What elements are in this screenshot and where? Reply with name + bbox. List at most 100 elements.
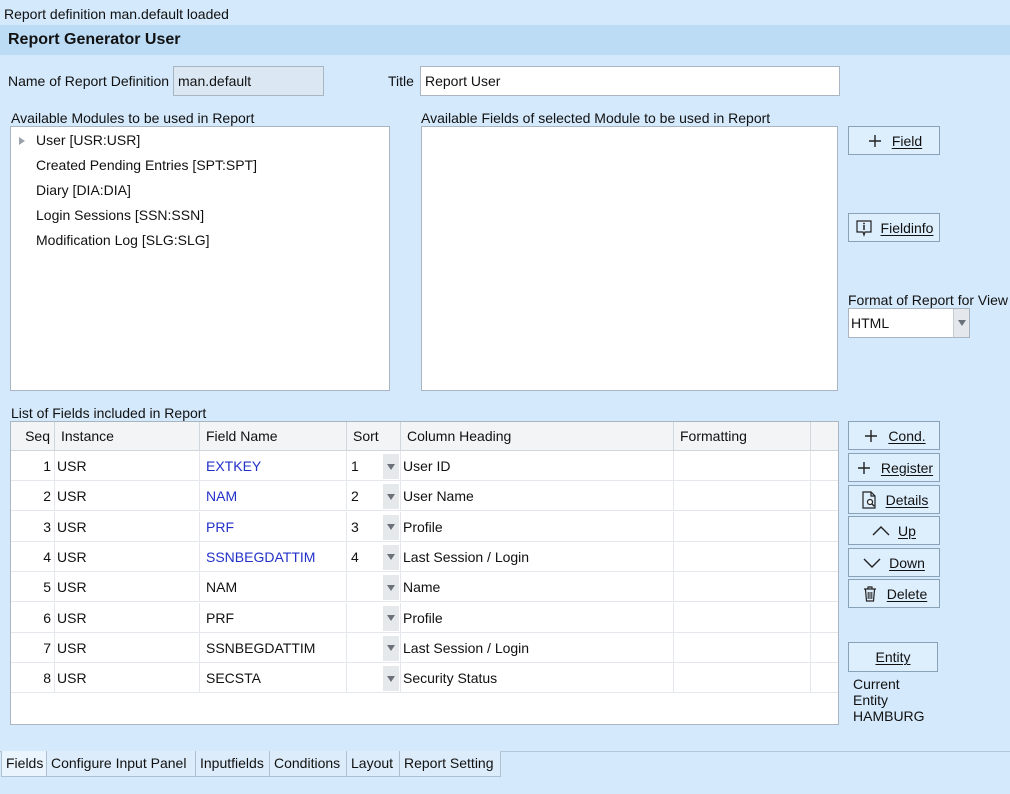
formatting-cell[interactable] <box>674 481 811 512</box>
sort-cell[interactable] <box>347 632 401 663</box>
tab-fields[interactable]: Fields <box>1 751 47 777</box>
tab-configure-input-panel[interactable]: Configure Input Panel <box>46 751 196 777</box>
move-up-button[interactable]: Up <box>848 516 940 545</box>
chevron-down-icon[interactable] <box>383 484 399 510</box>
add-field-button[interactable]: Field <box>848 126 940 155</box>
sort-cell[interactable] <box>347 572 401 603</box>
formatting-cell[interactable] <box>674 511 811 542</box>
formatting-cell[interactable] <box>674 602 811 633</box>
table-row[interactable]: 1 USR EXTKEY 1 User ID <box>11 451 838 481</box>
col-column-heading-header[interactable]: Column Heading <box>401 422 674 451</box>
modules-list[interactable]: User [USR:USR] Created Pending Entries [S… <box>10 126 390 391</box>
col-formatting-header[interactable]: Formatting <box>674 422 811 451</box>
seq-cell: 1 <box>11 451 55 481</box>
table-row[interactable]: 3 USR PRF 3 Profile <box>11 511 838 542</box>
module-item[interactable]: Login Sessions [SSN:SSN] <box>36 207 204 223</box>
entity-button[interactable]: Entity <box>848 642 938 672</box>
tab-inputfields[interactable]: Inputfields <box>195 751 270 777</box>
module-item[interactable]: Modification Log [SLG:SLG] <box>36 232 210 248</box>
instance-cell: USR <box>55 602 200 633</box>
current-entity-value: HAMBURG <box>853 708 925 724</box>
column-heading-cell[interactable]: User ID <box>401 451 674 481</box>
title-input[interactable]: Report User <box>420 66 840 96</box>
delete-button[interactable]: Delete <box>848 579 940 608</box>
chevron-down-icon[interactable] <box>383 635 399 661</box>
seq-cell: 5 <box>11 572 55 603</box>
format-select[interactable]: HTML <box>848 308 970 338</box>
field-name-cell: NAM <box>200 481 347 512</box>
formatting-cell[interactable] <box>674 632 811 663</box>
sort-cell[interactable] <box>347 602 401 633</box>
move-down-label: Down <box>889 554 925 571</box>
field-name-cell-text: SSNBEGDATTIM <box>206 548 316 565</box>
add-condition-label: Cond. <box>888 427 926 444</box>
formatting-cell[interactable] <box>674 541 811 572</box>
column-heading-cell[interactable]: Name <box>401 572 674 603</box>
col-instance-header[interactable]: Instance <box>55 422 200 451</box>
sort-cell-text: 2 <box>351 488 359 505</box>
module-item[interactable]: Created Pending Entries [SPT:SPT] <box>36 157 257 173</box>
col-seq-header[interactable]: Seq <box>11 422 55 451</box>
instance-cell-text: USR <box>57 639 87 656</box>
module-item[interactable]: Diary [DIA:DIA] <box>36 182 131 198</box>
column-heading-cell[interactable]: Profile <box>401 511 674 542</box>
chevron-down-icon[interactable] <box>383 454 399 479</box>
tab-report-setting[interactable]: Report Setting <box>399 751 501 777</box>
sort-cell-text: 3 <box>351 518 359 535</box>
column-heading-cell[interactable]: Security Status <box>401 663 674 694</box>
table-row[interactable]: 5 USR NAM Name <box>11 572 838 603</box>
column-heading-cell-text: User Name <box>403 488 474 505</box>
instance-cell-text: USR <box>57 518 87 535</box>
tab-layout[interactable]: Layout <box>346 751 400 777</box>
table-row[interactable]: 6 USR PRF Profile <box>11 602 838 633</box>
extra-cell <box>811 481 838 511</box>
fieldinfo-button[interactable]: Fieldinfo <box>848 213 940 242</box>
move-down-button[interactable]: Down <box>848 548 940 577</box>
sort-cell[interactable]: 3 <box>347 511 401 542</box>
table-row[interactable]: 7 USR SSNBEGDATTIM Last Session / Login <box>11 632 838 663</box>
col-sort-header[interactable]: Sort <box>347 422 401 451</box>
field-name-cell-text: SECSTA <box>206 670 261 687</box>
table-row[interactable]: 2 USR NAM 2 User Name <box>11 481 838 512</box>
sort-cell[interactable]: 4 <box>347 541 401 572</box>
details-button[interactable]: Details <box>848 485 940 514</box>
field-name-cell-text: NAM <box>206 488 238 505</box>
chevron-down-icon[interactable] <box>383 514 399 540</box>
chevron-down-icon[interactable] <box>383 666 399 692</box>
format-value: HTML <box>851 315 890 331</box>
available-fields-list[interactable] <box>421 126 838 391</box>
seq-cell: 6 <box>11 602 55 633</box>
table-row[interactable]: 8 USR SECSTA Security Status <box>11 663 838 694</box>
field-name-cell: SSNBEGDATTIM <box>200 632 347 663</box>
module-item[interactable]: User [USR:USR] <box>36 132 140 148</box>
add-field-label: Field <box>891 132 923 149</box>
add-condition-button[interactable]: Cond. <box>848 421 940 450</box>
tab-conditions[interactable]: Conditions <box>269 751 347 777</box>
format-label: Format of Report for View <box>848 292 1009 308</box>
chevron-down-icon[interactable] <box>383 605 399 631</box>
column-heading-cell-text: Profile <box>403 609 443 626</box>
column-heading-cell[interactable]: Last Session / Login <box>401 541 674 572</box>
formatting-cell[interactable] <box>674 451 811 481</box>
field-name-cell-text: PRF <box>206 518 234 535</box>
current-entity-line2: Entity <box>853 692 889 708</box>
sort-cell[interactable]: 2 <box>347 481 401 512</box>
formatting-cell[interactable] <box>674 663 811 694</box>
sort-cell[interactable] <box>347 663 401 694</box>
register-button[interactable]: Register <box>848 453 940 482</box>
details-label: Details <box>885 491 929 508</box>
column-heading-cell[interactable]: Profile <box>401 602 674 633</box>
plus-icon <box>866 132 884 150</box>
column-heading-cell[interactable]: User Name <box>401 481 674 512</box>
instance-cell-text: USR <box>57 670 87 687</box>
chevron-down-icon[interactable] <box>383 575 399 601</box>
sort-cell[interactable]: 1 <box>347 451 401 481</box>
current-entity-line1: Current <box>853 676 900 692</box>
column-heading-cell[interactable]: Last Session / Login <box>401 632 674 663</box>
formatting-cell[interactable] <box>674 572 811 603</box>
expand-arrow-icon[interactable] <box>19 137 25 145</box>
chevron-down-icon[interactable] <box>383 544 399 570</box>
chevron-down-icon[interactable] <box>953 309 969 337</box>
table-row[interactable]: 4 USR SSNBEGDATTIM 4 Last Session / Login <box>11 541 838 572</box>
col-field-name-header[interactable]: Field Name <box>200 422 347 451</box>
